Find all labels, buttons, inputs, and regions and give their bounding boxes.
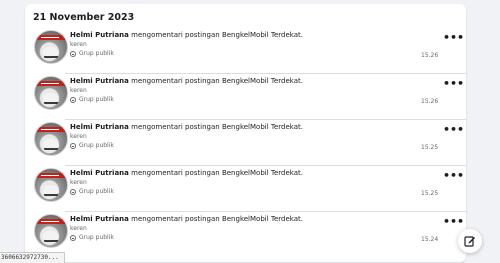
compose-icon: [464, 236, 475, 247]
globe-icon: [70, 96, 76, 103]
more-options-icon[interactable]: •••: [443, 77, 464, 90]
timestamp[interactable]: 15.25: [421, 190, 438, 197]
group-avatar[interactable]: [34, 30, 68, 64]
activity-entry[interactable]: Helmi Putriana mengomentari postingan Be…: [25, 212, 466, 258]
audience-label: Grup publik: [79, 96, 114, 103]
compose-button[interactable]: [458, 229, 482, 253]
entry-action: mengomentari postingan BengkelMobil Terd…: [131, 77, 303, 85]
actor-name[interactable]: Helmi Putriana: [70, 169, 129, 177]
entry-meta: Grup publik: [70, 96, 114, 103]
status-bar-url: 3606632972730...: [0, 252, 65, 263]
globe-icon: [70, 142, 76, 149]
date-header: 21 November 2023: [33, 12, 135, 23]
entry-meta: Grup publik: [70, 188, 114, 195]
timestamp[interactable]: 15.26: [421, 98, 438, 105]
more-options-icon[interactable]: •••: [443, 123, 464, 136]
group-avatar[interactable]: [34, 168, 68, 202]
more-options-icon[interactable]: •••: [443, 169, 464, 182]
audience-label: Grup publik: [79, 50, 114, 57]
entry-title: Helmi Putriana mengomentari postingan Be…: [70, 76, 303, 86]
timestamp[interactable]: 15.24: [421, 236, 438, 243]
globe-icon: [70, 234, 76, 241]
comment-text: keren: [70, 179, 87, 186]
comment-text: keren: [70, 41, 87, 48]
activity-entry[interactable]: Helmi Putriana mengomentari postingan Be…: [25, 74, 466, 120]
entry-title: Helmi Putriana mengomentari postingan Be…: [70, 30, 303, 40]
entry-meta: Grup publik: [70, 234, 114, 241]
activity-entry[interactable]: Helmi Putriana mengomentari postingan Be…: [25, 120, 466, 166]
entry-title: Helmi Putriana mengomentari postingan Be…: [70, 122, 303, 132]
actor-name[interactable]: Helmi Putriana: [70, 123, 129, 131]
actor-name[interactable]: Helmi Putriana: [70, 215, 129, 223]
actor-name[interactable]: Helmi Putriana: [70, 77, 129, 85]
timestamp[interactable]: 15.26: [421, 52, 438, 59]
entry-meta: Grup publik: [70, 50, 114, 57]
group-avatar[interactable]: [34, 122, 68, 156]
globe-icon: [70, 188, 76, 195]
entry-action: mengomentari postingan BengkelMobil Terd…: [131, 169, 303, 177]
globe-icon: [70, 50, 76, 57]
more-options-icon[interactable]: •••: [443, 31, 464, 44]
entry-title: Helmi Putriana mengomentari postingan Be…: [70, 214, 303, 224]
entry-meta: Grup publik: [70, 142, 114, 149]
timestamp[interactable]: 15.25: [421, 144, 438, 151]
more-options-icon[interactable]: •••: [443, 215, 464, 228]
group-avatar[interactable]: [34, 76, 68, 110]
activity-log-card: 21 November 2023 Helmi Putriana mengomen…: [25, 4, 466, 262]
activity-entry[interactable]: Helmi Putriana mengomentari postingan Be…: [25, 28, 466, 74]
entry-action: mengomentari postingan BengkelMobil Terd…: [131, 123, 303, 131]
activity-entry[interactable]: Helmi Putriana mengomentari postingan Be…: [25, 166, 466, 212]
actor-name[interactable]: Helmi Putriana: [70, 31, 129, 39]
entry-action: mengomentari postingan BengkelMobil Terd…: [131, 215, 303, 223]
audience-label: Grup publik: [79, 188, 114, 195]
comment-text: keren: [70, 133, 87, 140]
audience-label: Grup publik: [79, 234, 114, 241]
audience-label: Grup publik: [79, 142, 114, 149]
group-avatar[interactable]: [34, 214, 68, 248]
comment-text: keren: [70, 87, 87, 94]
comment-text: keren: [70, 225, 87, 232]
entry-title: Helmi Putriana mengomentari postingan Be…: [70, 168, 303, 178]
entry-action: mengomentari postingan BengkelMobil Terd…: [131, 31, 303, 39]
